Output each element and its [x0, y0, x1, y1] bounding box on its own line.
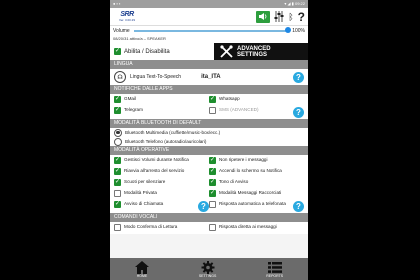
status-left: ● ▪ ▪ [113, 1, 121, 6]
speaker-button[interactable] [256, 10, 271, 23]
bottom-nav: HOME SETTINGS REPORTS [110, 258, 308, 280]
checkbox[interactable]: ✓ [114, 179, 121, 186]
status-right: ▾ ◢ ▮ 09:22 [284, 1, 305, 6]
volume-percent: 100% [292, 27, 305, 34]
help-language-icon[interactable]: ? [293, 71, 304, 83]
help-icon[interactable]: ? [298, 10, 305, 24]
checkbox[interactable]: ✓ [209, 96, 216, 103]
checkbox[interactable] [209, 224, 216, 231]
notify-telegram[interactable]: ✓ Telegram [114, 106, 209, 118]
help-auto-answer-icon[interactable]: ? [293, 201, 304, 212]
op-screen-on[interactable]: ✓ Accendi lo schermo su Notifica [209, 167, 304, 177]
checkbox[interactable]: ✓ [209, 168, 216, 175]
nav-settings[interactable]: SETTINGS [199, 260, 216, 278]
notify-whatsapp[interactable]: ✓ Whatsapp [209, 95, 304, 105]
op-shake-silence[interactable]: ✓ Scuoti per silenziare [114, 178, 209, 188]
language-label: Lingua Text-To-Speech [130, 74, 182, 80]
advanced-line2: SETTINGS [237, 51, 268, 58]
bt-phone-option[interactable]: Bluetooth Telefono (autoradio/auricolari… [110, 137, 308, 146]
notifications-grid: ✓ GMail ✓ Whatsapp ✓ Telegram SMS (ADVANCED… [110, 94, 308, 119]
gear-icon [201, 260, 215, 274]
list-icon [267, 261, 282, 273]
checkbox[interactable]: ✓ [114, 107, 121, 114]
enable-checkbox[interactable]: ✓ [114, 48, 121, 55]
op-volume-control[interactable]: ✓ Gestisci Volumi durante Notifica [114, 156, 209, 166]
help-notifications-icon[interactable]: ? [293, 107, 304, 118]
op-no-repeat[interactable]: ✓ Non ripetere i messaggi [209, 156, 304, 166]
op-short-messages[interactable]: ✓ Modalità Messaggi Raccorciati [209, 189, 304, 199]
op-alert-tone[interactable]: ✓ Tono di Avviso [209, 178, 304, 188]
checkbox[interactable]: ✓ [114, 168, 121, 175]
volume-label: Volume [113, 27, 130, 34]
checkbox[interactable] [114, 224, 121, 231]
language-value: ita_ITA [201, 74, 221, 80]
op-auto-answer[interactable]: Risposta automatica a telefonata? [209, 200, 304, 212]
checkbox[interactable]: ✓ [114, 201, 121, 208]
tools-icon [220, 45, 233, 58]
operative-grid: ✓ Gestisci Volumi durante Notifica ✓ Non r… [110, 155, 308, 213]
status-bar: ● ▪ ▪ ▾ ◢ ▮ 09:22 [110, 0, 308, 8]
radio-button[interactable] [114, 137, 122, 146]
checkbox[interactable]: ✓ [209, 179, 216, 186]
app-logo: SRR Ver. 3.00.29 [113, 10, 141, 23]
nav-home[interactable]: HOME [134, 260, 149, 278]
enable-toggle[interactable]: ✓ Abilita / Disabilita [110, 43, 214, 60]
checkbox[interactable] [209, 201, 216, 208]
status-subline: 08/20/31 attivo/a – SPEAKER [110, 35, 308, 43]
app-header: SRR Ver. 3.00.29 ᛒ ? [110, 8, 308, 26]
checkbox[interactable]: ✓ [209, 190, 216, 197]
equalizer-icon[interactable] [274, 11, 284, 22]
voice-read-confirm[interactable]: Modo Conferma di Lettura [114, 223, 209, 233]
advanced-settings-button[interactable]: ADVANCED SETTINGS [214, 43, 308, 60]
checkbox[interactable] [114, 190, 121, 197]
bt-multimedia-option[interactable]: Bluetooth Multimedia (cuffiette/music-bo… [110, 128, 308, 137]
enable-label: Abilita / Disabilita [124, 48, 170, 55]
home-icon [134, 260, 149, 274]
radio-button[interactable] [114, 128, 122, 137]
section-bluetooth: MODALITÀ BLUETOOTH DI DEFAULT [110, 119, 308, 128]
logo-mark: SRR [120, 11, 134, 18]
volume-slider[interactable] [133, 27, 292, 33]
checkbox[interactable]: ✓ [114, 96, 121, 103]
op-call-alert[interactable]: ✓ Avviso di Chiamata? [114, 200, 209, 212]
voice-grid: Modo Conferma di Lettura Risposta dirett… [110, 222, 308, 234]
op-private-mode[interactable]: Modalità Privata [114, 189, 209, 199]
nav-list[interactable]: REPORTS [266, 261, 283, 278]
section-notifiche: NOTIFICHE DALLE APPS [110, 85, 308, 94]
op-restart[interactable]: ✓ Riavvia all'arresto del servizio [114, 167, 209, 177]
language-ear-icon: ☊ [114, 71, 126, 83]
language-row[interactable]: ☊ Lingua Text-To-Speech ita_ITA ? [110, 69, 308, 85]
volume-row: Volume 100% [110, 26, 308, 35]
section-operative: MODALITÀ OPERATIVE [110, 146, 308, 155]
help-operative-icon[interactable]: ? [198, 201, 209, 212]
checkbox[interactable]: ✓ [114, 157, 121, 164]
app-screen: ● ▪ ▪ ▾ ◢ ▮ 09:22 SRR Ver. 3.00.29 ᛒ ? V… [110, 0, 308, 280]
speaker-icon [259, 13, 267, 20]
volume-slider-knob[interactable] [285, 27, 292, 33]
advanced-line1: ADVANCED [237, 45, 271, 52]
logo-version: Ver. 3.00.29 [118, 18, 135, 22]
notify-sms[interactable]: SMS (ADVANCED)? [209, 106, 304, 118]
checkbox[interactable] [209, 107, 216, 114]
section-lingua: LINGUA [110, 60, 308, 69]
voice-direct-reply[interactable]: Risposta diretta ai messaggi [209, 223, 304, 233]
section-vocali: COMANDI VOCALI [110, 213, 308, 222]
bluetooth-icon[interactable]: ᛒ [288, 12, 293, 22]
enable-row: ✓ Abilita / Disabilita ADVANCED SETTINGS [110, 43, 308, 60]
notify-gmail[interactable]: ✓ GMail [114, 95, 209, 105]
checkbox[interactable]: ✓ [209, 157, 216, 164]
